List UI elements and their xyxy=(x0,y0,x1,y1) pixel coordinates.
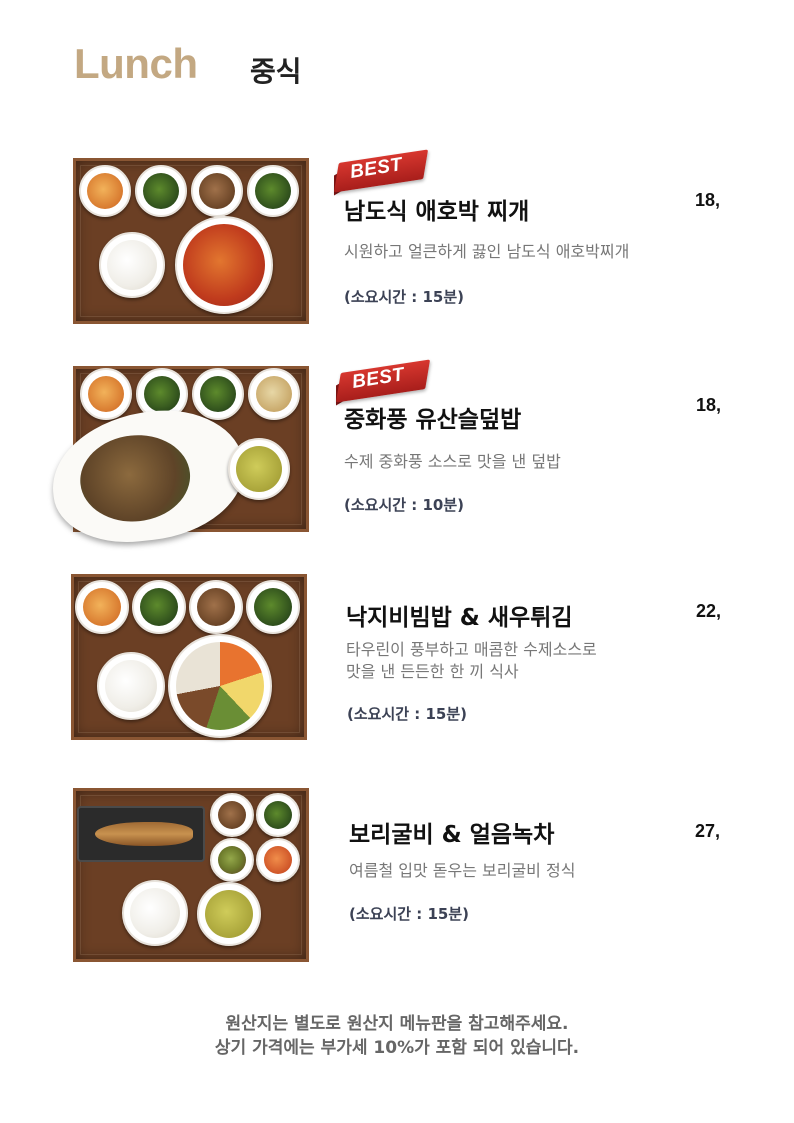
menu-item-prep-time: (소요시간 : 15분) xyxy=(344,288,465,306)
menu-item-name: 중화풍 유산슬덮밥 xyxy=(344,407,522,433)
side-dish-bowl xyxy=(210,838,254,882)
side-dish-bowl xyxy=(189,580,243,634)
footer-origin-note: 원산지는 별도로 원산지 메뉴판을 참고해주세요. xyxy=(225,1014,569,1034)
side-dish-bowl xyxy=(135,165,187,217)
side-dish-bowl xyxy=(191,165,243,217)
grilled-fish-plate xyxy=(77,806,205,862)
menu-item-description: 타우린이 풍부하고 매콤한 수제소스로 xyxy=(346,640,597,659)
menu-item-description: 수제 중화풍 소스로 맛을 낸 덮밥 xyxy=(344,452,561,471)
menu-item-prep-time: (소요시간 : 15분) xyxy=(347,705,468,723)
side-dish-bowl xyxy=(79,165,131,217)
green-tea-bowl xyxy=(197,882,261,946)
side-dish-bowl xyxy=(246,580,300,634)
menu-item-name: 보리굴비 & 얼음녹차 xyxy=(349,822,555,848)
side-dish-bowl xyxy=(248,368,300,420)
menu-item-prep-time: (소요시간 : 10분) xyxy=(344,496,465,514)
menu-item-price: 22, xyxy=(696,601,722,621)
menu-item-price: 18, xyxy=(696,395,722,415)
side-dish-bowl xyxy=(132,580,186,634)
menu-item-price: 27, xyxy=(695,821,721,841)
rice-bowl xyxy=(97,652,165,720)
side-dish-bowl xyxy=(192,368,244,420)
side-dish-bowl xyxy=(210,793,254,837)
side-dish-bowl xyxy=(256,793,300,837)
menu-item-description: 시원하고 얼큰하게 끓인 남도식 애호박찌개 xyxy=(344,242,630,261)
menu-item-name: 낙지비빔밥 & 새우튀김 xyxy=(346,605,573,631)
best-badge: BEST xyxy=(333,149,429,196)
footer-vat-note: 상기 가격에는 부가세 10%가 포함 되어 있습니다. xyxy=(214,1038,580,1058)
soup-bowl xyxy=(228,438,290,500)
best-badge: BEST xyxy=(335,359,431,406)
footer-notice: 원산지는 별도로 원산지 메뉴판을 참고해주세요. 상기 가격에는 부가세 10… xyxy=(0,1012,794,1060)
menu-item-prep-time: (소요시간 : 15분) xyxy=(349,905,470,923)
menu-item-price: 18, xyxy=(695,190,721,210)
side-dish-bowl xyxy=(75,580,129,634)
rice-bowl xyxy=(99,232,165,298)
side-dish-bowl xyxy=(256,838,300,882)
stew-bowl xyxy=(175,216,273,314)
menu-category-title: 중식 xyxy=(250,55,302,88)
bibimbap-bowl xyxy=(168,634,272,738)
menu-item-description: 여름철 입맛 돋우는 보리굴비 정식 xyxy=(349,861,576,880)
side-dish-bowl xyxy=(80,368,132,420)
menu-item-description: 맛을 낸 든든한 한 끼 식사 xyxy=(346,662,519,681)
rice-bowl xyxy=(122,880,188,946)
menu-title-lunch: Lunch xyxy=(74,40,198,87)
menu-item-name: 남도식 애호박 찌개 xyxy=(344,199,530,225)
side-dish-bowl xyxy=(247,165,299,217)
